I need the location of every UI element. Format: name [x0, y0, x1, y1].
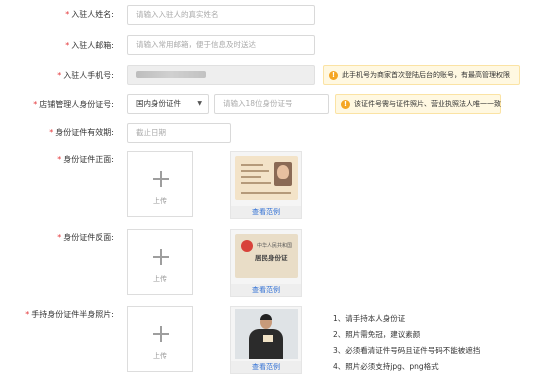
id-validity-placeholder: 截止日期 — [136, 128, 166, 137]
required-mark: * — [65, 10, 70, 19]
handheld-upload[interactable]: 上传 — [127, 306, 193, 372]
email-label: * 入驻人邮箱: — [65, 40, 114, 51]
warning-icon: ! — [341, 100, 350, 109]
id-validity-input[interactable]: 截止日期 — [127, 123, 231, 143]
required-mark: * — [57, 71, 62, 80]
id-number-input[interactable]: 请输入18位身份证号 — [214, 94, 329, 114]
phone-label-text: 入驻人手机号: — [63, 71, 114, 80]
handheld-sample-image — [235, 309, 298, 359]
hint-item: 2、照片需免冠，建议素颜 — [333, 330, 421, 339]
upload-label: 上传 — [153, 352, 167, 360]
view-sample-link[interactable]: 查看范例 — [231, 361, 301, 373]
id-back-label-text: 身份证件反面: — [63, 233, 114, 242]
view-sample-link[interactable]: 查看范例 — [231, 206, 301, 218]
email-input[interactable]: 请输入常用邮箱，便于信息及时送达 — [127, 35, 315, 55]
phone-tip-text: 此手机号为商家首次登陆后台的账号，有最高管理权限 — [342, 71, 510, 79]
email-label-text: 入驻人邮箱: — [71, 41, 114, 50]
hint-item: 4、照片必须支持jpg、png格式 — [333, 362, 439, 371]
phone-input — [127, 65, 315, 85]
handheld-label: * 手持身份证件半身照片: — [25, 309, 114, 320]
required-mark: * — [49, 128, 54, 137]
id-card-back-image: 中华人民共和国 居民身份证 — [235, 234, 298, 278]
id-back-label: * 身份证件反面: — [57, 232, 114, 243]
name-label: * 入驻人姓名: — [65, 9, 114, 20]
required-mark: * — [25, 310, 30, 319]
phone-label: * 入驻人手机号: — [57, 70, 114, 81]
required-mark: * — [65, 41, 70, 50]
view-sample-link[interactable]: 查看范例 — [231, 284, 301, 296]
card-line2: 居民身份证 — [255, 254, 288, 262]
id-number-tip: ! 该证件号需与证件照片、营业执照法人唯一一致 — [335, 94, 501, 114]
plus-icon-vertical — [160, 326, 162, 342]
id-validity-label-text: 身份证件有效期: — [55, 128, 114, 137]
id-front-upload[interactable]: 上传 — [127, 151, 193, 217]
caret-down-icon: ▼ — [197, 100, 202, 107]
name-input[interactable]: 请输入入驻人的真实姓名 — [127, 5, 315, 25]
phone-tip: ! 此手机号为商家首次登陆后台的账号，有最高管理权限 — [323, 65, 520, 85]
required-mark: * — [57, 155, 62, 164]
id-number-tip-text: 该证件号需与证件照片、营业执照法人唯一一致 — [354, 100, 501, 108]
handheld-hints: 1、请手持本人身份证 2、照片需免冠，建议素颜 3、必须看清证件号码且证件号码不… — [333, 311, 480, 375]
id-number-label: * 店铺管理人身份证号: — [33, 99, 114, 110]
upload-label: 上传 — [153, 197, 167, 205]
name-label-text: 入驻人姓名: — [71, 10, 114, 19]
email-placeholder: 请输入常用邮箱，便于信息及时送达 — [136, 40, 256, 49]
id-number-label-text: 店铺管理人身份证号: — [39, 100, 114, 109]
hint-item: 3、必须看清证件号码且证件号码不能被遮挡 — [333, 346, 481, 355]
id-card-front-image — [235, 156, 298, 200]
name-placeholder: 请输入入驻人的真实姓名 — [136, 10, 219, 19]
id-type-select[interactable]: 国内身份证件 ▼ — [127, 94, 209, 114]
id-front-sample: 查看范例 — [230, 151, 302, 219]
id-type-value: 国内身份证件 — [136, 99, 181, 108]
upload-label: 上传 — [153, 275, 167, 283]
warning-icon: ! — [329, 71, 338, 80]
id-back-upload[interactable]: 上传 — [127, 229, 193, 295]
national-emblem-icon — [241, 240, 253, 252]
required-mark: * — [57, 233, 62, 242]
handheld-sample: 查看范例 — [230, 306, 302, 374]
hint-item: 1、请手持本人身份证 — [333, 314, 406, 323]
blurred-phone-number — [136, 71, 206, 78]
id-front-label-text: 身份证件正面: — [63, 155, 114, 164]
id-back-sample: 中华人民共和国 居民身份证 查看范例 — [230, 229, 302, 297]
plus-icon-vertical — [160, 249, 162, 265]
plus-icon-vertical — [160, 171, 162, 187]
id-validity-label: * 身份证件有效期: — [49, 127, 114, 138]
handheld-label-text: 手持身份证件半身照片: — [31, 310, 114, 319]
id-number-placeholder: 请输入18位身份证号 — [223, 99, 293, 108]
required-mark: * — [33, 100, 38, 109]
id-front-label: * 身份证件正面: — [57, 154, 114, 165]
held-id-card — [263, 335, 273, 342]
card-line1: 中华人民共和国 — [257, 243, 293, 249]
